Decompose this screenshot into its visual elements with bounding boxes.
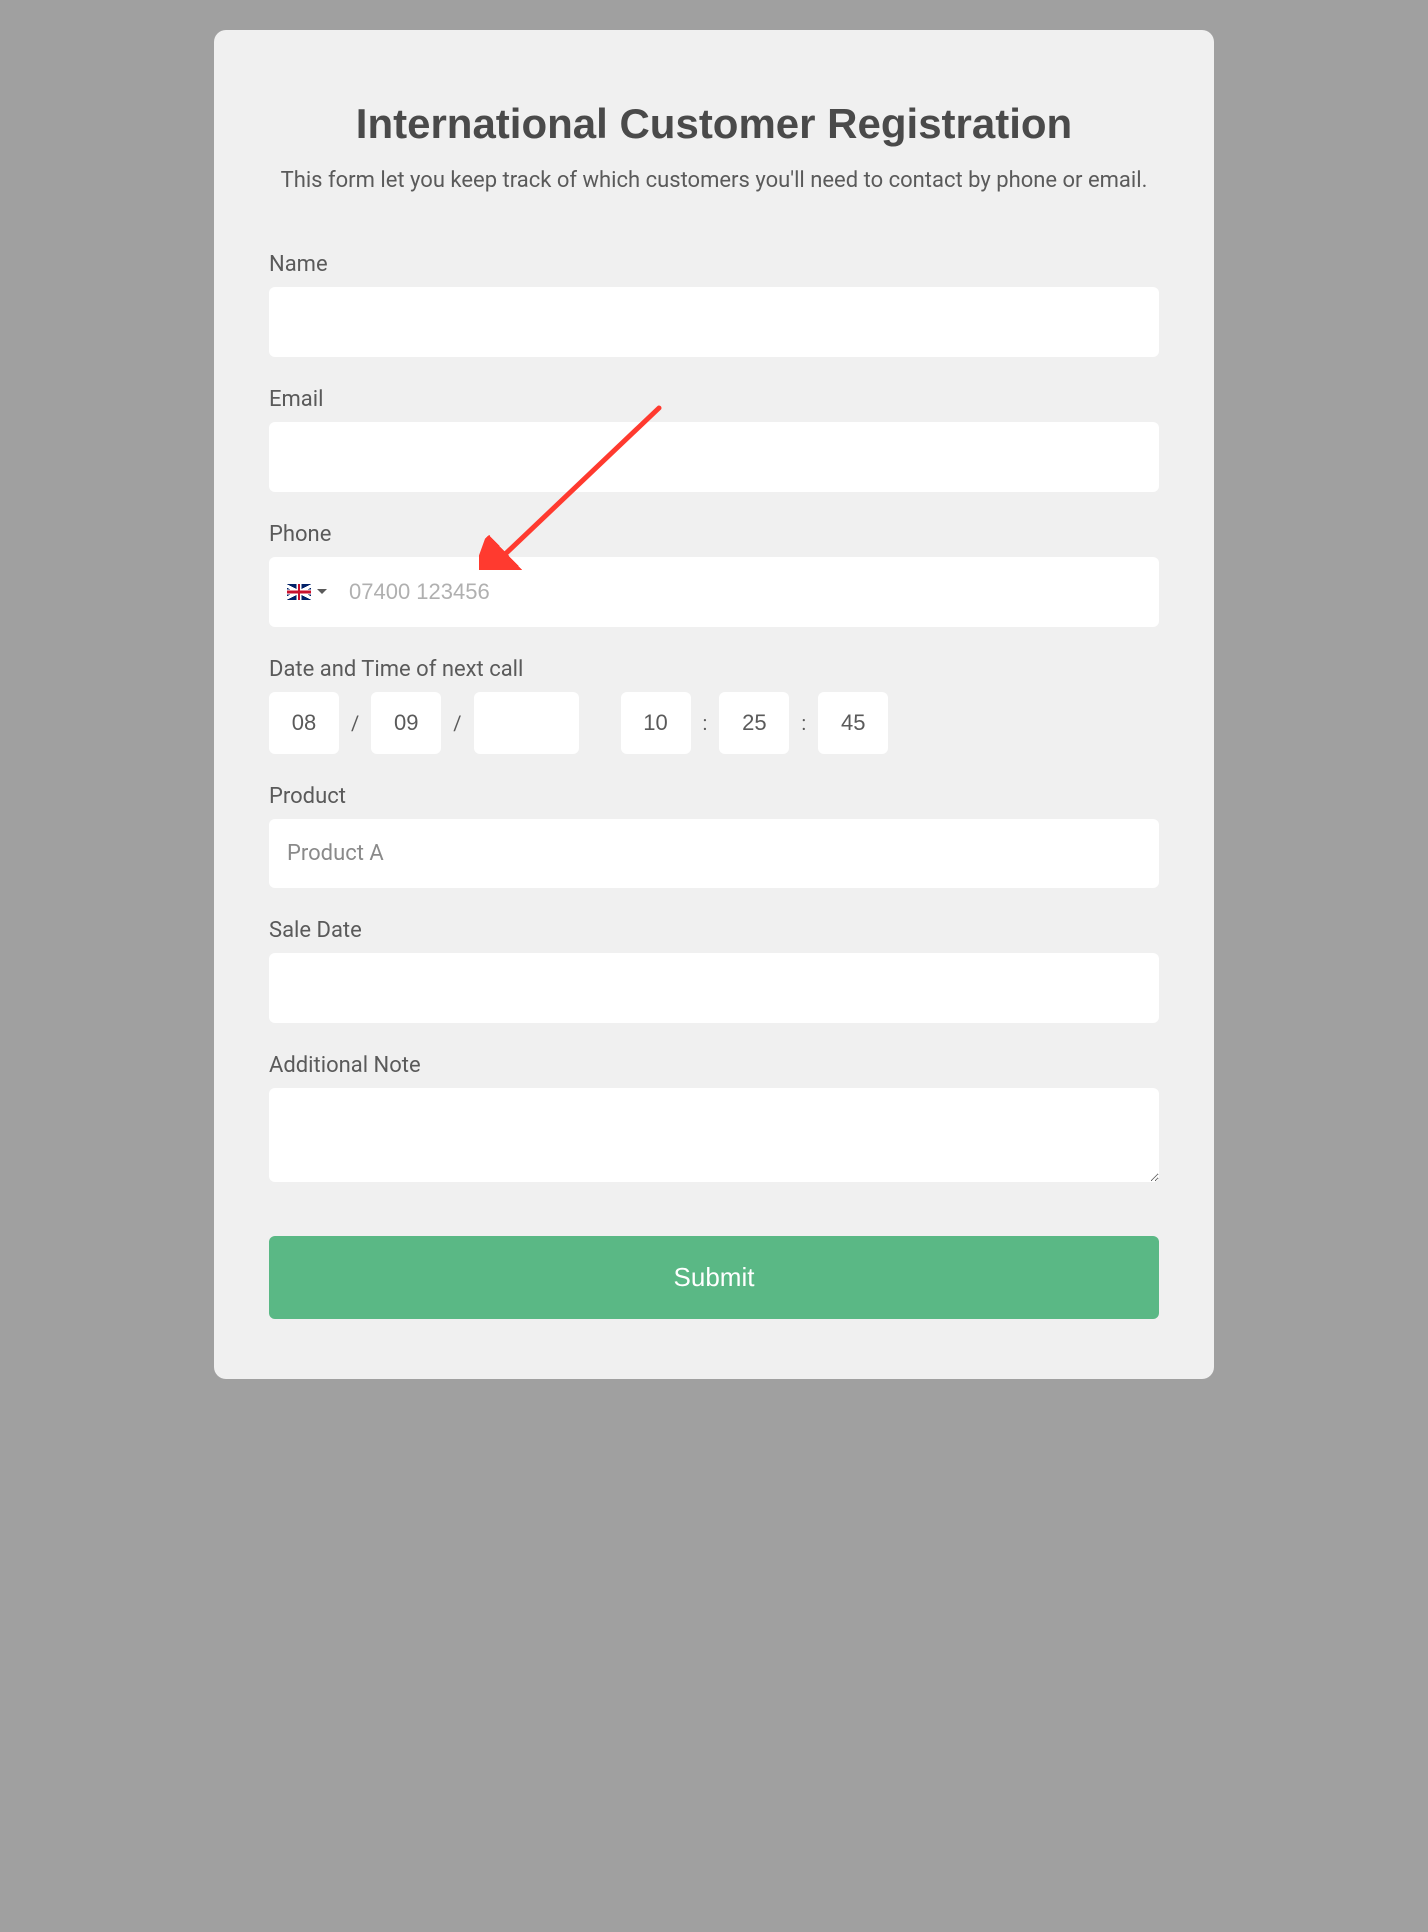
time-hour-input[interactable] (621, 692, 691, 754)
name-label: Name (269, 252, 1159, 277)
phone-input[interactable] (337, 557, 1141, 627)
datetime-row: / / : : (269, 692, 1159, 754)
date-day-input[interactable] (269, 692, 339, 754)
product-group: Product Product A (269, 784, 1159, 888)
form-title: International Customer Registration (269, 100, 1159, 148)
date-separator: / (349, 711, 361, 735)
time-separator: : (799, 711, 808, 735)
submit-button[interactable]: Submit (269, 1236, 1159, 1319)
datetime-group: Date and Time of next call / / : : (269, 657, 1159, 754)
uk-flag-icon (287, 584, 311, 600)
date-separator: / (451, 711, 463, 735)
time-second-input[interactable] (818, 692, 888, 754)
saledate-group: Sale Date (269, 918, 1159, 1023)
name-group: Name (269, 252, 1159, 357)
chevron-down-icon (317, 589, 327, 594)
note-label: Additional Note (269, 1053, 1159, 1078)
saledate-label: Sale Date (269, 918, 1159, 943)
date-year-input[interactable] (474, 692, 579, 754)
product-label: Product (269, 784, 1159, 809)
email-label: Email (269, 387, 1159, 412)
date-month-input[interactable] (371, 692, 441, 754)
email-input[interactable] (269, 422, 1159, 492)
saledate-input[interactable] (269, 953, 1159, 1023)
datetime-label: Date and Time of next call (269, 657, 1159, 682)
phone-input-wrap (269, 557, 1159, 627)
time-minute-input[interactable] (719, 692, 789, 754)
phone-label: Phone (269, 522, 1159, 547)
note-group: Additional Note (269, 1053, 1159, 1186)
phone-group: Phone (269, 522, 1159, 627)
registration-form-card: International Customer Registration This… (214, 30, 1214, 1379)
name-input[interactable] (269, 287, 1159, 357)
form-subtitle: This form let you keep track of which cu… (269, 166, 1159, 197)
product-select[interactable]: Product A (269, 819, 1159, 888)
email-group: Email (269, 387, 1159, 492)
time-separator: : (701, 711, 710, 735)
country-selector[interactable] (287, 562, 337, 622)
note-textarea[interactable] (269, 1088, 1159, 1182)
